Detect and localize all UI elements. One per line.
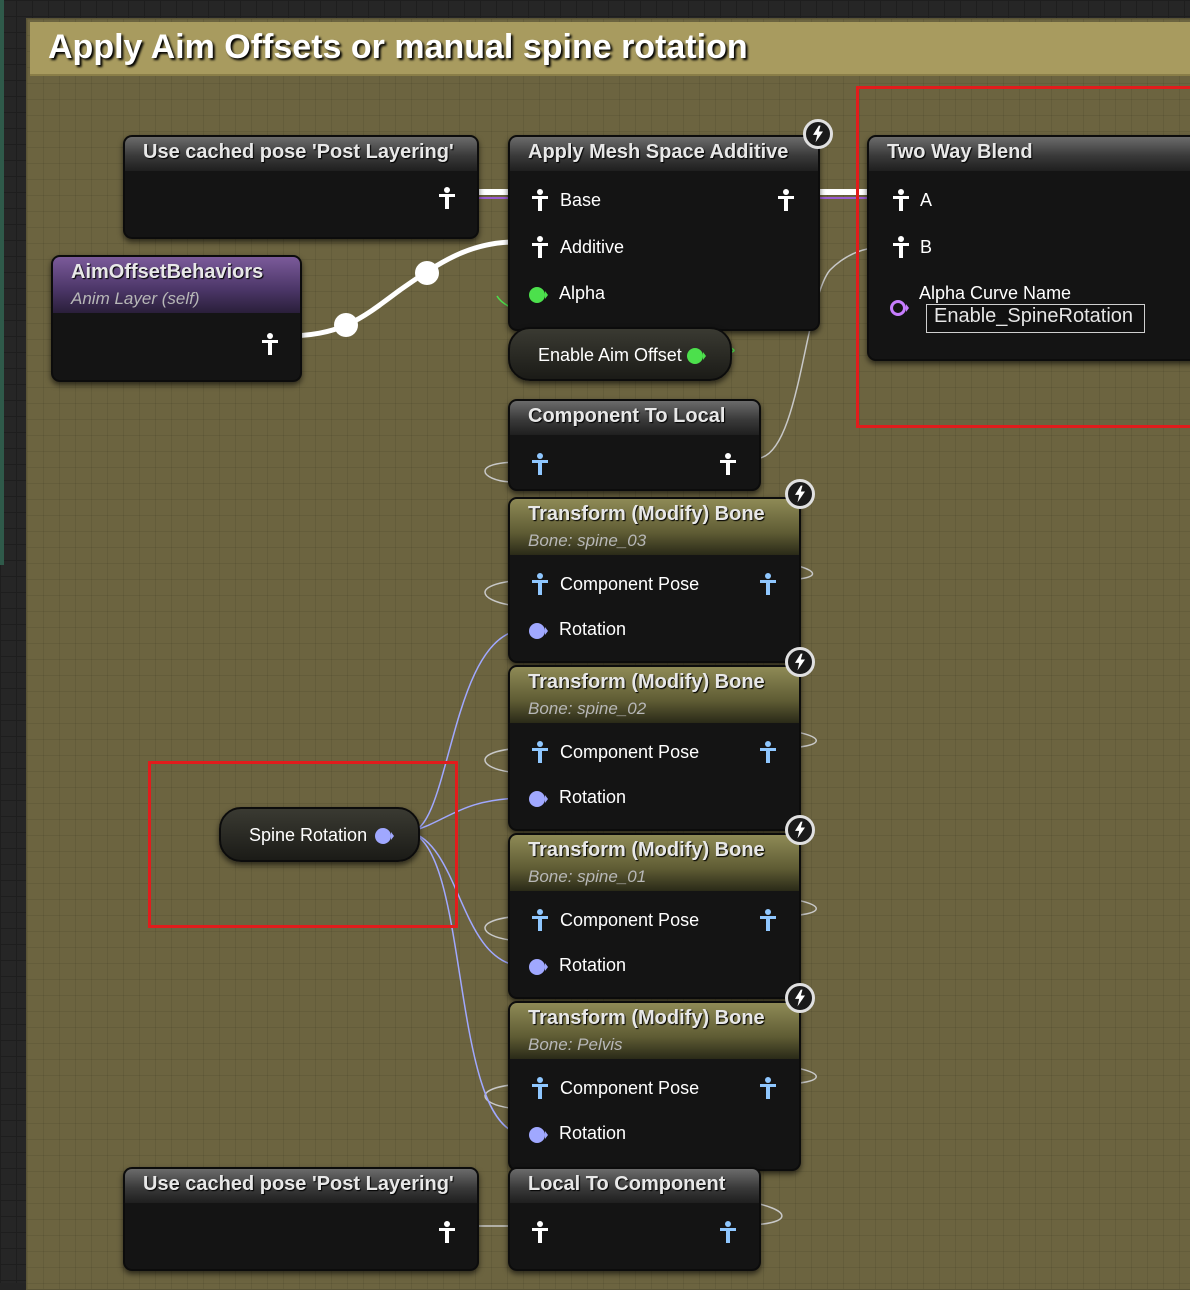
node-title: Use cached pose 'Post Layering' xyxy=(143,141,454,163)
pose-person-icon[interactable] xyxy=(718,1221,738,1243)
transform-bone-node-spine-02[interactable]: Transform (Modify) Bone Bone: spine_02 Co… xyxy=(508,665,801,831)
bool-pin-icon[interactable] xyxy=(686,345,706,367)
variable-label: Enable Aim Offset xyxy=(538,345,682,365)
node-title: AimOffsetBehaviors xyxy=(71,261,264,283)
cached-pose-node-bottom[interactable]: Use cached pose 'Post Layering' xyxy=(123,1167,479,1271)
node-subtitle: Bone: spine_01 xyxy=(528,867,647,886)
mesh-space-additive-node[interactable]: Apply Mesh Space Additive Base Additive … xyxy=(508,135,820,331)
bool-pin-icon[interactable] xyxy=(528,284,548,306)
lightning-icon xyxy=(785,815,815,845)
pose-person-icon[interactable] xyxy=(758,573,778,595)
node-title: Transform (Modify) Bone xyxy=(528,839,765,861)
pose-person-icon[interactable] xyxy=(260,333,280,355)
pose-person-icon[interactable] xyxy=(530,741,550,763)
local-to-component-node[interactable]: Local To Component xyxy=(508,1167,761,1271)
node-title: Use cached pose 'Post Layering' xyxy=(143,1173,454,1195)
node-title: Transform (Modify) Bone xyxy=(528,671,765,693)
lightning-icon xyxy=(785,983,815,1013)
enable-aim-offset-variable[interactable]: Enable Aim Offset xyxy=(508,327,732,381)
pose-person-icon[interactable] xyxy=(530,236,550,258)
transform-bone-node-spine-01[interactable]: Transform (Modify) Bone Bone: spine_01 Co… xyxy=(508,833,801,999)
node-subtitle: Anim Layer (self) xyxy=(71,289,200,308)
pin-label-alpha: Alpha xyxy=(559,283,606,303)
pin-label-component-pose: Component Pose xyxy=(560,742,700,762)
cached-pose-node-top[interactable]: Use cached pose 'Post Layering' xyxy=(123,135,479,239)
pin-label-base: Base xyxy=(560,190,602,210)
highlight-box-spine-rotation xyxy=(148,761,458,928)
component-to-local-node[interactable]: Component To Local xyxy=(508,399,761,491)
node-title: Transform (Modify) Bone xyxy=(528,1007,765,1029)
pose-person-icon[interactable] xyxy=(437,1221,457,1243)
node-title: Transform (Modify) Bone xyxy=(528,503,765,525)
lightning-icon xyxy=(803,119,833,149)
node-title: Component To Local xyxy=(528,405,726,427)
rotator-pin-icon[interactable] xyxy=(528,1124,548,1146)
node-subtitle: Bone: spine_03 xyxy=(528,531,647,550)
pose-person-icon[interactable] xyxy=(758,741,778,763)
highlight-box-two-way-blend xyxy=(856,86,1190,428)
pin-label-component-pose: Component Pose xyxy=(560,574,700,594)
rotator-pin-icon[interactable] xyxy=(528,788,548,810)
wire-reroute-2 xyxy=(415,261,439,285)
pose-person-icon[interactable] xyxy=(758,1077,778,1099)
transform-bone-node-pelvis[interactable]: Transform (Modify) Bone Bone: Pelvis Comp… xyxy=(508,1001,801,1171)
pin-label-additive: Additive xyxy=(560,237,625,257)
pin-label-rotation: Rotation xyxy=(559,1123,627,1143)
pose-person-icon[interactable] xyxy=(758,909,778,931)
pose-person-icon[interactable] xyxy=(530,1077,550,1099)
rotator-pin-icon[interactable] xyxy=(528,956,548,978)
pin-label-component-pose: Component Pose xyxy=(560,1078,700,1098)
pose-person-icon[interactable] xyxy=(530,1221,550,1243)
pin-label-rotation: Rotation xyxy=(559,787,627,807)
pin-label-rotation: Rotation xyxy=(559,955,627,975)
pose-person-icon[interactable] xyxy=(530,573,550,595)
wire-aimoffset-to-additive xyxy=(283,239,516,339)
pose-person-icon[interactable] xyxy=(530,189,550,211)
pose-person-icon[interactable] xyxy=(718,453,738,475)
rotator-pin-icon[interactable] xyxy=(528,620,548,642)
lightning-icon xyxy=(785,479,815,509)
pin-label-rotation: Rotation xyxy=(559,619,627,639)
wire-reroute-1 xyxy=(334,313,358,337)
node-title: Apply Mesh Space Additive xyxy=(528,141,789,163)
pose-person-icon[interactable] xyxy=(437,187,457,209)
node-title: Local To Component xyxy=(528,1173,726,1195)
lightning-icon xyxy=(785,647,815,677)
pose-person-icon[interactable] xyxy=(530,453,550,475)
transform-bone-node-spine-03[interactable]: Transform (Modify) Bone Bone: spine_03 Co… xyxy=(508,497,801,663)
pin-label-component-pose: Component Pose xyxy=(560,910,700,930)
aim-offset-behaviors-node[interactable]: AimOffsetBehaviors Anim Layer (self) xyxy=(51,255,302,382)
pose-person-icon[interactable] xyxy=(776,189,796,211)
pose-person-icon[interactable] xyxy=(530,909,550,931)
node-subtitle: Bone: spine_02 xyxy=(528,699,647,718)
node-subtitle: Bone: Pelvis xyxy=(528,1035,623,1054)
